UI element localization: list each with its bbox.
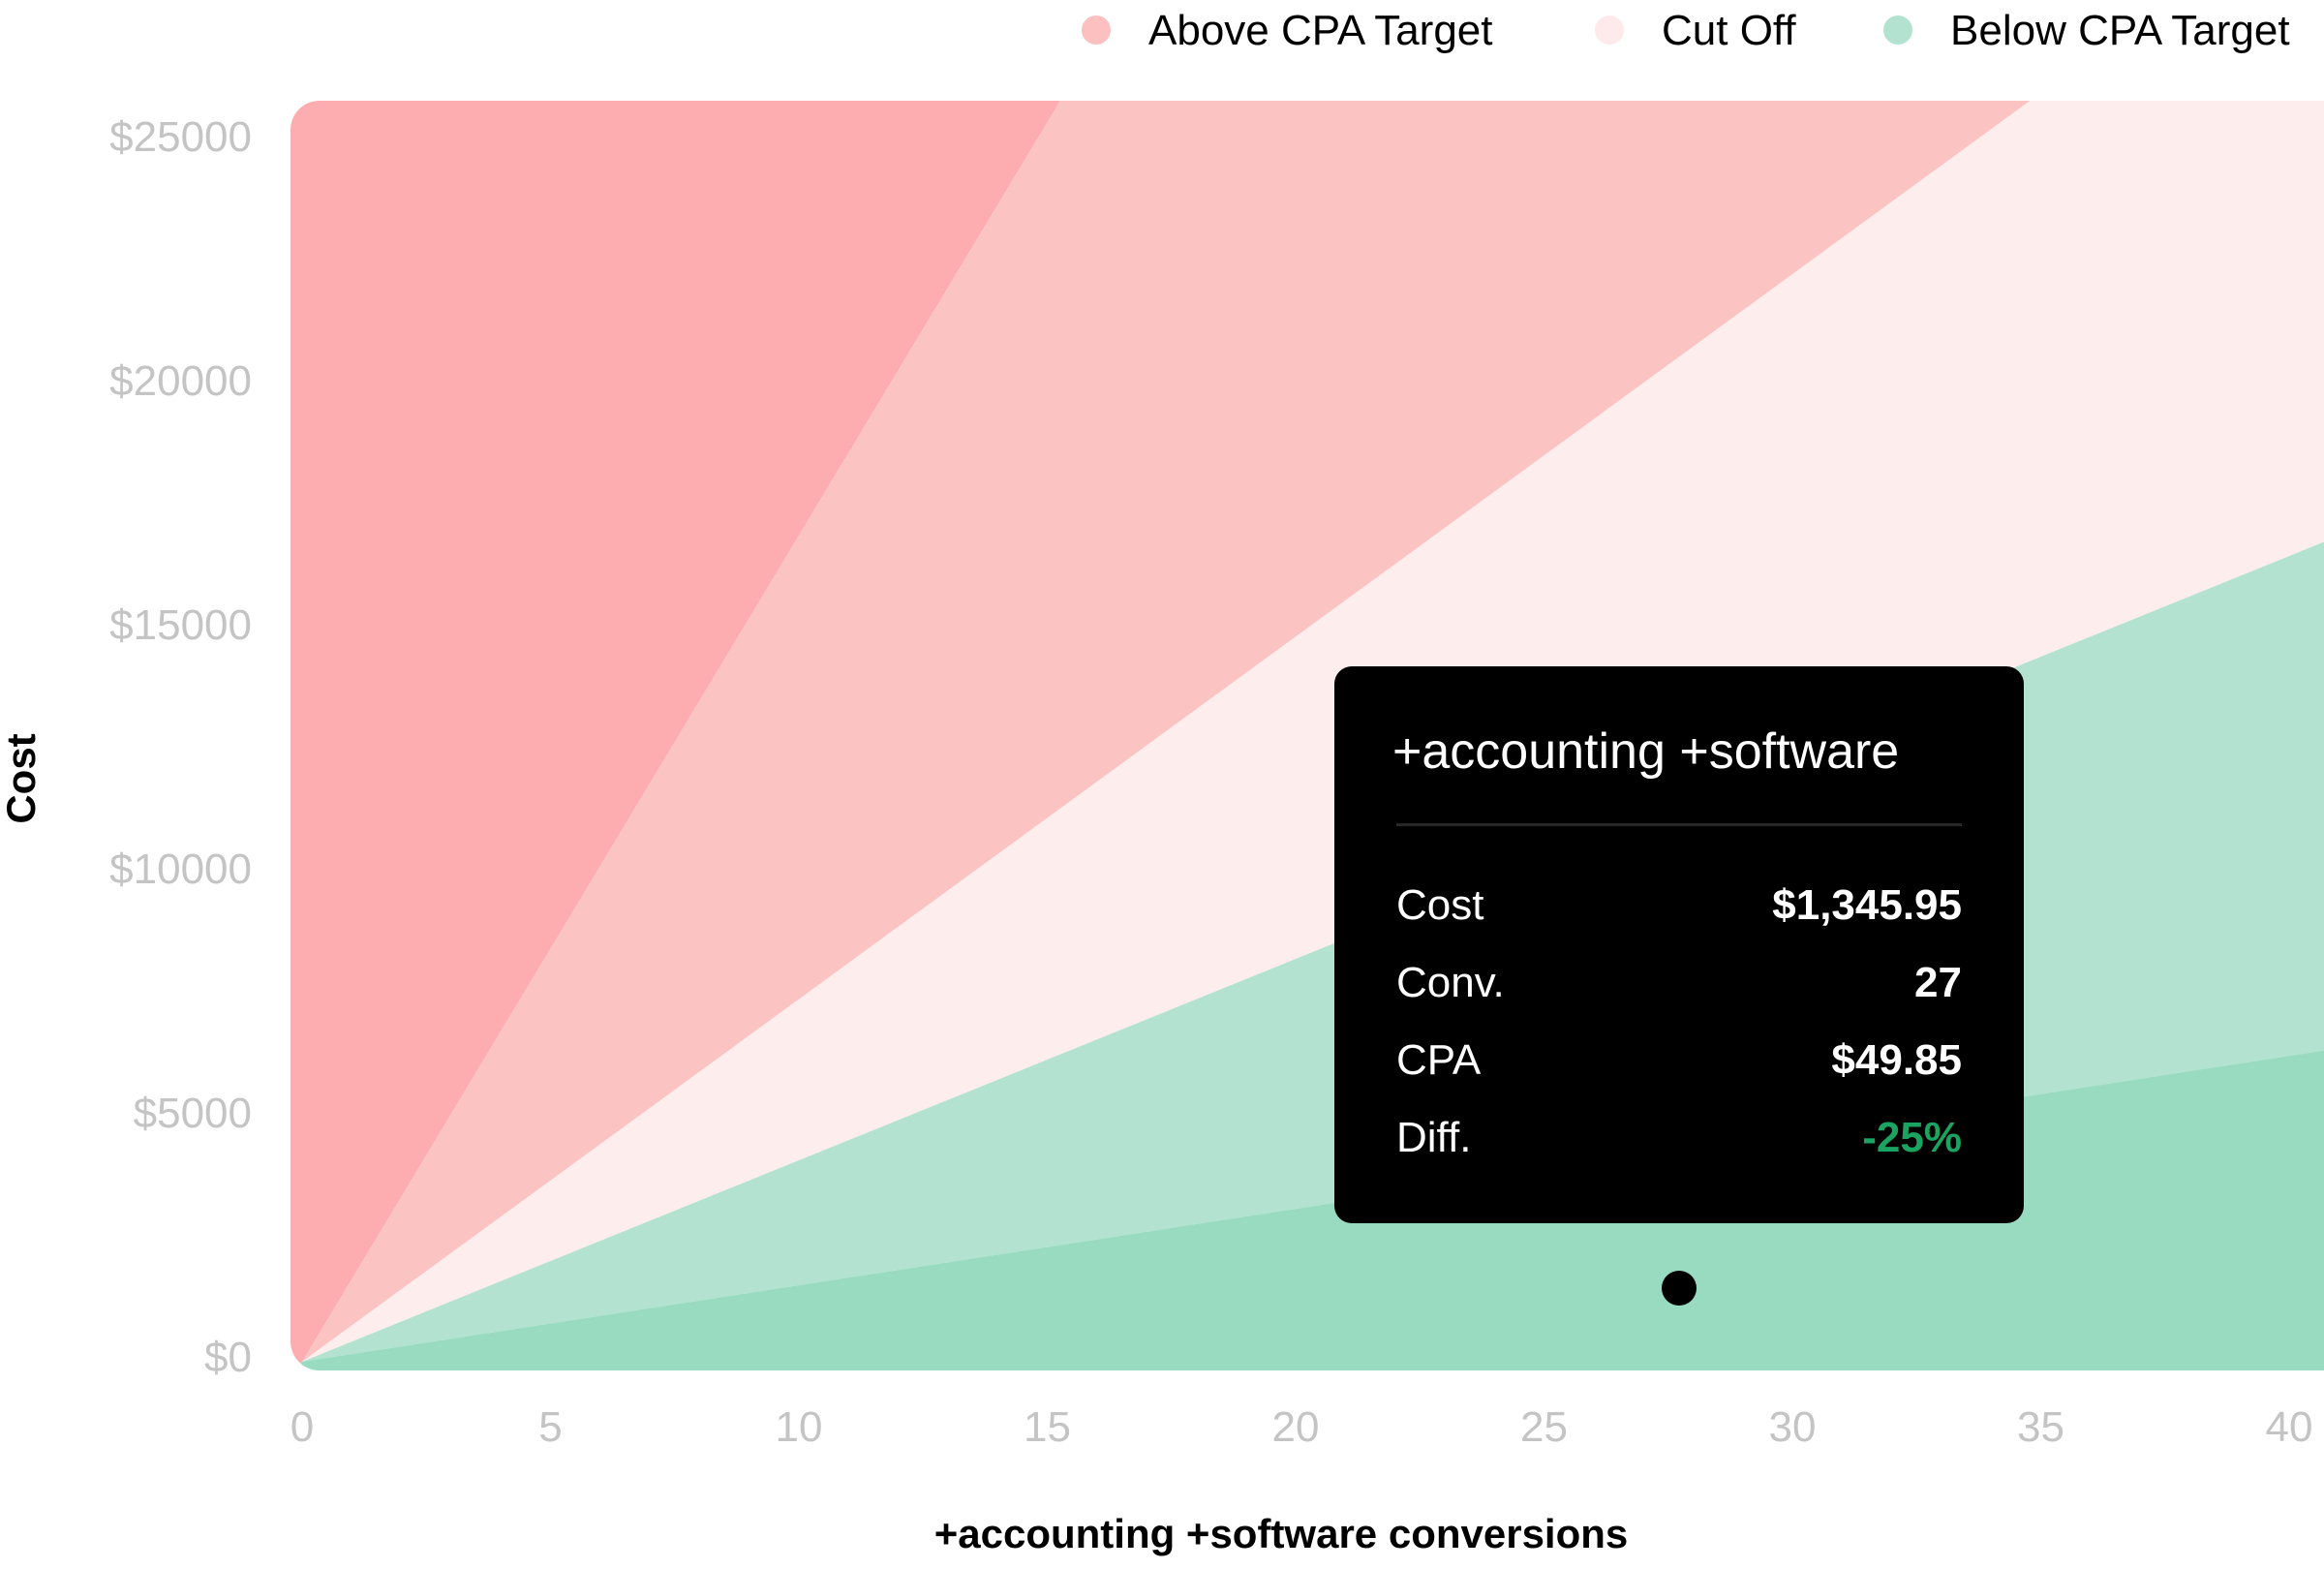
tooltip-label: Cost xyxy=(1396,881,1484,929)
x-tick-label: 35 xyxy=(2017,1403,2064,1451)
legend-swatch-icon xyxy=(1082,15,1111,45)
legend-label: Below CPA Target xyxy=(1950,7,2290,54)
legend-label: Cut Off xyxy=(1662,7,1796,54)
tooltip-label: CPA xyxy=(1396,1036,1482,1084)
legend-label: Above CPA Target xyxy=(1148,7,1492,54)
x-tick-label: 25 xyxy=(1520,1403,1568,1451)
tooltip-row-cost: Cost $1,345.95 xyxy=(1396,881,1962,939)
x-tick-label: 40 xyxy=(2266,1403,2313,1451)
tooltip-label: Diff. xyxy=(1396,1114,1472,1161)
tooltip-label: Conv. xyxy=(1396,959,1505,1006)
data-point xyxy=(1662,1271,1697,1306)
y-tick-label: $20000 xyxy=(109,357,252,405)
tooltip-row-cpa: CPA $49.85 xyxy=(1396,1036,1962,1094)
legend: Above CPA Target Cut Off Below CPA Target xyxy=(1082,7,2290,54)
x-tick-label: 5 xyxy=(538,1403,562,1451)
x-tick-label: 20 xyxy=(1272,1403,1320,1451)
tooltip-value: $1,345.95 xyxy=(1772,881,1962,929)
tooltip-value: $49.85 xyxy=(1831,1036,1962,1084)
x-tick-label: 15 xyxy=(1024,1403,1071,1451)
y-tick-label: $0 xyxy=(204,1334,252,1381)
x-tick-label: 0 xyxy=(290,1403,314,1451)
tooltip-title: +accounting +software xyxy=(1392,723,1900,780)
tooltip: +accounting +software Cost $1,345.95 Con… xyxy=(1334,666,2024,1223)
tooltip-value: 27 xyxy=(1914,959,1962,1006)
y-tick-label: $15000 xyxy=(109,601,252,649)
tooltip-row-diff: Diff. -25% xyxy=(1396,1114,1962,1172)
y-axis-title: Cost xyxy=(0,733,44,823)
tooltip-value: -25% xyxy=(1862,1114,1962,1161)
y-tick-label: $25000 xyxy=(109,113,252,161)
y-tick-label: $5000 xyxy=(134,1090,252,1137)
x-axis-ticks: 0 5 10 15 20 25 30 35 40 xyxy=(290,1403,2313,1451)
x-tick-label: 30 xyxy=(1769,1403,1817,1451)
tooltip-divider xyxy=(1396,823,1962,826)
tooltip-row-conv: Conv. 27 xyxy=(1396,959,1962,1017)
y-tick-label: $10000 xyxy=(109,846,252,893)
x-tick-label: 10 xyxy=(776,1403,823,1451)
point-layer xyxy=(1662,1271,1697,1306)
y-axis-ticks: $0 $5000 $10000 $15000 $20000 $25000 xyxy=(109,113,252,1381)
legend-swatch-icon xyxy=(1883,15,1912,45)
x-axis-title: +accounting +software conversions xyxy=(934,1511,1629,1556)
legend-swatch-icon xyxy=(1595,15,1624,45)
